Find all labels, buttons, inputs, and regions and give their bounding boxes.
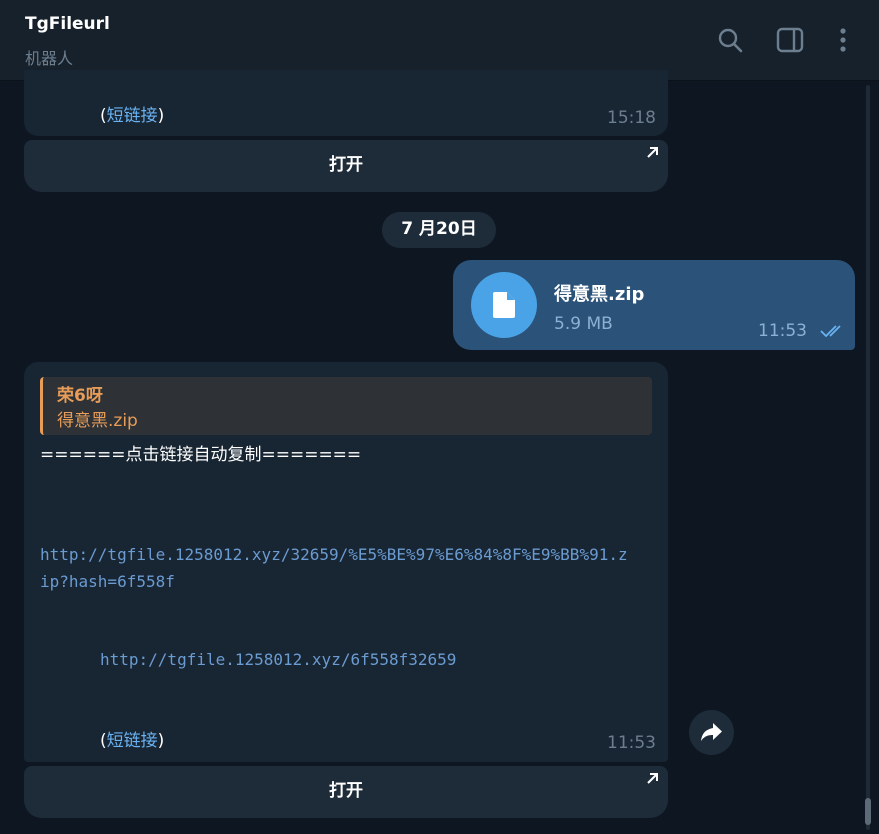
file-name[interactable]: 得意黑.zip — [554, 280, 644, 306]
open-button[interactable]: 打开 — [24, 766, 668, 818]
sidebar-toggle-icon[interactable] — [776, 26, 804, 54]
chat-scrollbar[interactable] — [864, 85, 872, 830]
long-file-link-line2[interactable]: ip?hash=6f558f — [40, 572, 175, 591]
message-header-line: ======点击链接自动复制======= — [40, 445, 362, 465]
message-time: 11:53 — [607, 733, 656, 753]
open-button-label: 打开 — [329, 781, 363, 801]
scrollbar-track — [866, 85, 870, 830]
paren-open: ( — [100, 106, 107, 126]
file-size: 5.9 MB — [554, 314, 613, 334]
date-separator: 7 月20日 — [382, 212, 496, 248]
message-time: 15:18 — [607, 108, 656, 128]
more-vertical-icon[interactable] — [829, 26, 857, 54]
forward-arrow-icon — [701, 723, 722, 741]
short-link-line: (短链接) — [100, 101, 164, 126]
paren-close: ) — [157, 731, 165, 751]
double-check-read-icon — [820, 325, 841, 338]
external-link-arrow-icon — [647, 773, 658, 784]
chat-subtitle: 机器人 — [25, 49, 74, 68]
short-link[interactable]: 短链接 — [107, 106, 158, 126]
file-download-button[interactable] — [471, 272, 537, 338]
paren-close: ) — [157, 106, 165, 126]
document-icon — [493, 292, 515, 318]
short-link[interactable]: 短链接 — [107, 731, 158, 751]
paren-open: ( — [100, 731, 107, 751]
scrollbar-thumb[interactable] — [865, 798, 871, 825]
message-time: 11:53 — [758, 321, 807, 341]
reply-sender-name: 荣6呀 — [57, 386, 103, 406]
open-button[interactable]: 打开 — [24, 140, 668, 192]
short-file-link[interactable]: http://tgfile.1258012.xyz/6f558f32659 — [100, 650, 456, 669]
search-icon[interactable] — [716, 26, 744, 54]
long-file-link-line1[interactable]: http://tgfile.1258012.xyz/32659/%E5%BE%9… — [40, 545, 628, 564]
chat-header: TgFileurl 机器人 — [0, 0, 879, 81]
reply-quoted-text: 得意黑.zip — [57, 411, 138, 431]
reply-quote[interactable]: 荣6呀 得意黑.zip — [40, 377, 652, 435]
open-button-label: 打开 — [329, 155, 363, 175]
chat-title[interactable]: TgFileurl — [25, 14, 110, 34]
forward-button[interactable] — [689, 710, 734, 755]
short-link-line: (短链接) — [100, 726, 164, 751]
external-link-arrow-icon — [647, 147, 658, 158]
